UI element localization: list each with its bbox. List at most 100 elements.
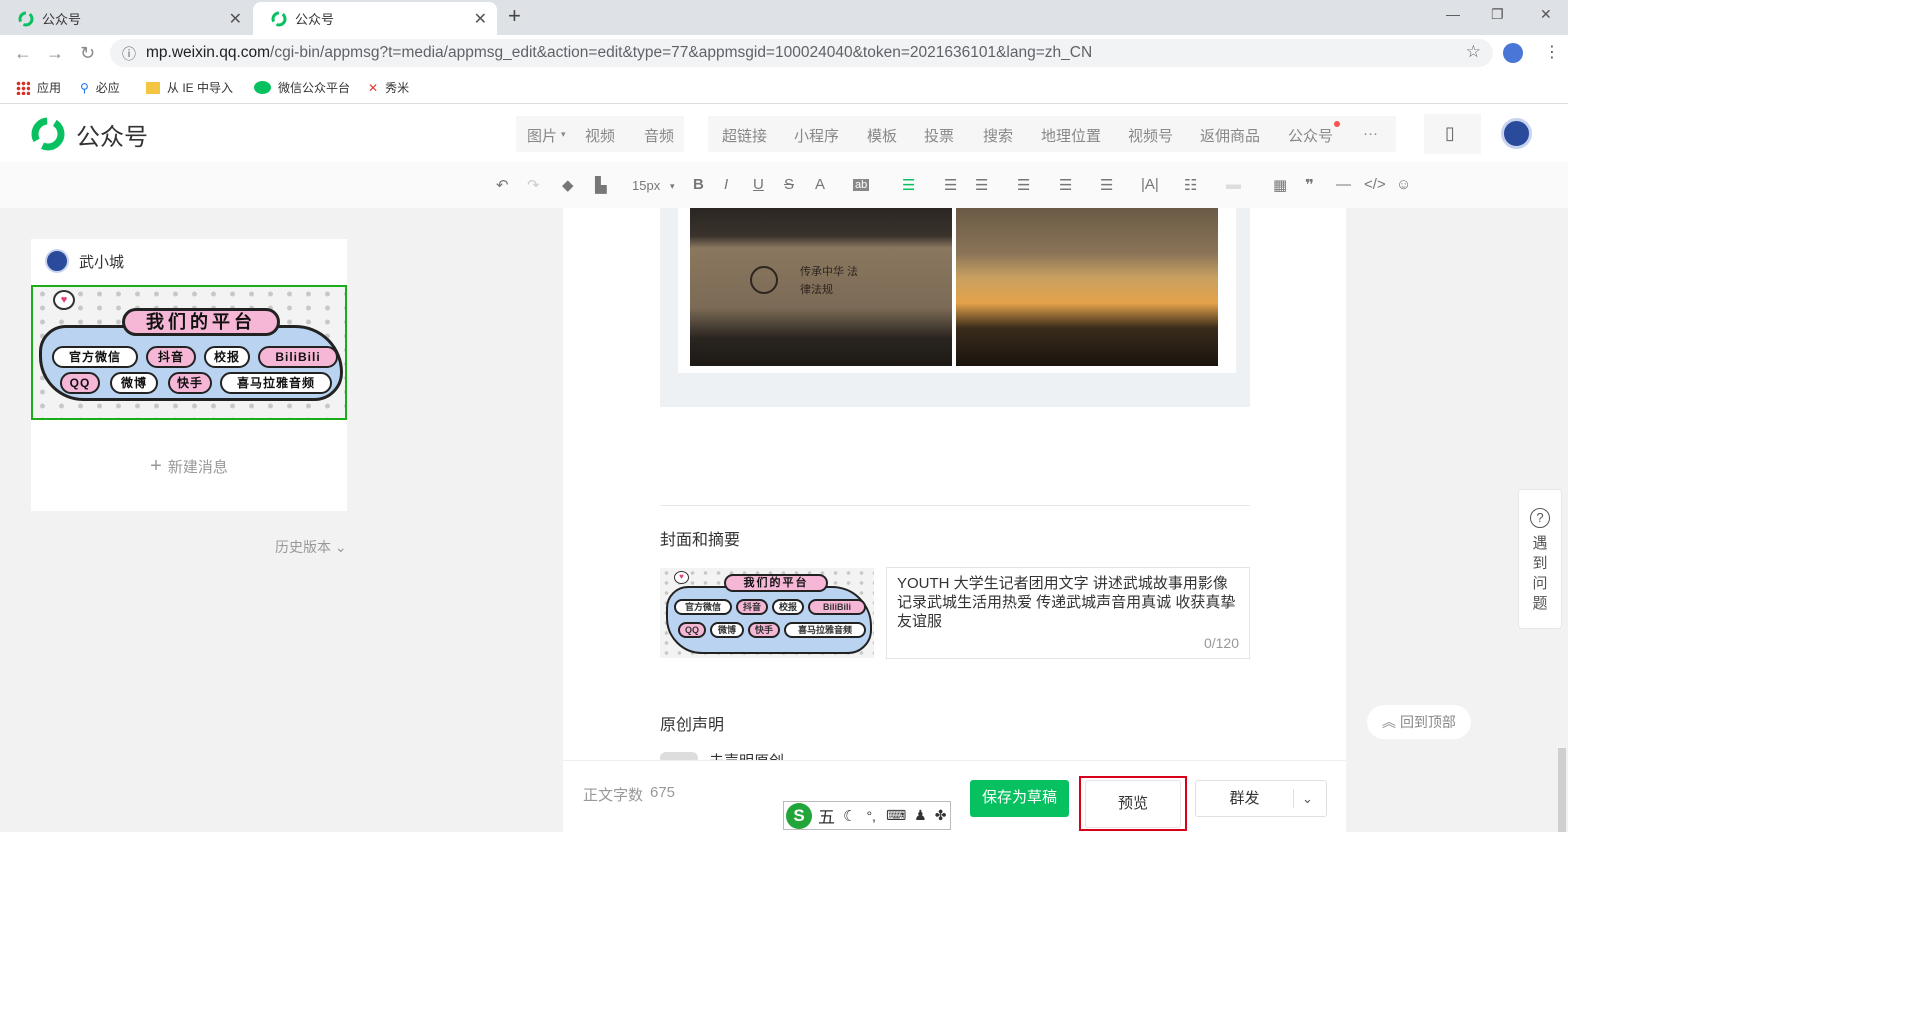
font-color-icon[interactable]: A	[815, 176, 825, 193]
insert-vote[interactable]: 投票	[924, 125, 954, 146]
document-icon-button[interactable]: ▯	[1424, 114, 1481, 154]
ime-mode: 五	[818, 808, 835, 827]
close-tab-icon[interactable]: ✕	[229, 9, 242, 29]
url-field[interactable]: ⓘ mp.weixin.qq.com/cgi-bin/appmsg?t=medi…	[110, 39, 1493, 67]
new-message-button[interactable]: + 新建消息	[31, 455, 347, 478]
account-avatar[interactable]	[1501, 118, 1532, 149]
publish-split-button: 群发 ⌄	[1195, 780, 1327, 817]
question-icon: ?	[1530, 508, 1550, 528]
underline-icon[interactable]: U	[753, 176, 764, 193]
browser-tab-1[interactable]: 公众号 ✕	[0, 2, 252, 35]
profile-avatar[interactable]	[1503, 43, 1523, 63]
cover-summary-heading: 封面和摘要	[660, 532, 741, 549]
cover-tag: 官方微信	[674, 599, 732, 615]
insert-image[interactable]: 图片	[527, 125, 557, 146]
insert-hyperlink[interactable]: 超链接	[722, 125, 767, 146]
minimize-icon[interactable]: —	[1446, 6, 1460, 22]
chevron-down-icon[interactable]: ⌄	[1302, 781, 1313, 816]
bookmark-bing[interactable]: ⚲ 必应	[80, 79, 120, 96]
wechat-icon	[254, 81, 271, 94]
summary-text: YOUTH 大学生记者团用文字 讲述武城故事用影像 记录武城生活用热爱 传递武城…	[897, 575, 1236, 630]
new-tab-button[interactable]: +	[508, 3, 521, 29]
window-close-icon[interactable]: ✕	[1540, 6, 1552, 23]
indent-icon[interactable]: ☰	[944, 176, 957, 194]
help-panel[interactable]: ? 遇到问题	[1518, 489, 1562, 629]
heart-icon: ♥	[53, 290, 75, 310]
back-icon[interactable]: ←	[14, 43, 32, 64]
moon-icon: ☾	[843, 807, 857, 825]
browser-tab-2[interactable]: 公众号 ✕	[253, 2, 497, 35]
insert-video[interactable]: 视频	[585, 125, 615, 146]
article-image-block[interactable]: 传承中华 法律法规	[660, 208, 1250, 407]
bookmark-wechat-mp[interactable]: 微信公众平台	[254, 79, 350, 96]
bookmark-ie-import[interactable]: 从 IE 中导入	[146, 79, 233, 96]
brand-logo[interactable]: 公众号	[30, 116, 148, 152]
word-count-label: 正文字数	[583, 787, 644, 804]
menu-icon[interactable]: ⋮	[1544, 42, 1560, 62]
ime-toolbar[interactable]: S 五 ☾ °, ⌨ ♟ ✤	[783, 801, 951, 830]
bullet-list-icon[interactable]: ☷	[1184, 176, 1197, 194]
more-icon[interactable]: ···	[1363, 125, 1378, 142]
undo-icon[interactable]: ↶	[496, 176, 509, 194]
apps-icon: ✤	[934, 807, 947, 823]
font-size-select[interactable]: 15px	[632, 178, 660, 193]
save-draft-button[interactable]: 保存为草稿	[970, 780, 1069, 817]
insert-channels[interactable]: 视频号	[1128, 125, 1173, 146]
list-spacing-icon[interactable]: ☰	[1100, 176, 1113, 194]
divider-icon[interactable]: —	[1336, 176, 1351, 193]
insert-template[interactable]: 模板	[867, 125, 897, 146]
reload-icon[interactable]: ↻	[80, 43, 95, 64]
tab-title: 公众号	[42, 12, 82, 27]
cover-tag: 喜马拉雅音频	[784, 622, 866, 638]
forward-icon[interactable]: →	[46, 43, 64, 64]
folder-icon	[146, 81, 160, 94]
publish-button[interactable]: 群发	[1196, 781, 1293, 816]
bookmark-apps[interactable]: 应用	[16, 79, 61, 96]
quote-icon[interactable]: ❞	[1305, 176, 1314, 194]
help-label: 遇到问题	[1532, 535, 1548, 612]
letter-spacing-icon[interactable]: |A|	[1141, 176, 1159, 193]
bold-icon[interactable]: B	[693, 176, 704, 193]
poster-title: 我们的平台	[122, 308, 280, 336]
cover-tag: QQ	[678, 622, 706, 638]
outdent-icon[interactable]: ☰	[975, 176, 988, 194]
cover-tag: 校报	[772, 599, 804, 615]
seal-icon	[750, 266, 778, 294]
line-height-icon[interactable]: ☰	[1017, 176, 1030, 194]
cover-image[interactable]: 我们的平台 官方微信 抖音 校报 BiliBili QQ 微博 快手 喜马拉雅音…	[660, 568, 874, 658]
bookmark-star-icon[interactable]: ☆	[1466, 42, 1481, 62]
highlight-icon[interactable]: ab	[853, 179, 870, 191]
paragraph-spacing-icon[interactable]: ☰	[1059, 176, 1072, 194]
preview-highlight: 预览	[1079, 776, 1187, 831]
clear-format-icon[interactable]: ▙	[595, 176, 607, 194]
disabled-icon: ▬	[1226, 176, 1241, 193]
preview-button[interactable]: 预览	[1085, 780, 1181, 828]
format-painter-icon[interactable]: ◆	[562, 176, 574, 194]
redo-icon[interactable]: ↷	[527, 176, 540, 194]
article-thumbnail[interactable]: ♥ 我们的平台 官方微信 抖音 校报 BiliBili QQ 微博 快手 喜马拉…	[31, 285, 347, 420]
italic-icon[interactable]: I	[724, 176, 728, 193]
insert-miniprogram[interactable]: 小程序	[794, 125, 839, 146]
bookmark-xiumi[interactable]: ✕ 秀米	[368, 79, 409, 96]
insert-location[interactable]: 地理位置	[1041, 125, 1101, 146]
insert-audio[interactable]: 音频	[644, 125, 674, 146]
code-icon[interactable]: </>	[1364, 176, 1386, 193]
insert-official-account[interactable]: 公众号	[1288, 125, 1333, 146]
align-center-icon[interactable]: ☰	[902, 176, 915, 194]
back-to-top-button[interactable]: ︽ 回到顶部	[1367, 705, 1471, 739]
insert-rebate-product[interactable]: 返佣商品	[1200, 125, 1260, 146]
strikethrough-icon[interactable]: S	[784, 176, 794, 193]
photo-engraving: 传承中华 法律法规	[800, 266, 859, 296]
address-bar-row: ← → ↻ ⓘ mp.weixin.qq.com/cgi-bin/appmsg?…	[0, 35, 1568, 71]
page-scrollbar[interactable]	[1558, 748, 1566, 832]
emoji-icon[interactable]: ☺	[1396, 176, 1411, 193]
summary-textarea[interactable]: YOUTH 大学生记者团用文字 讲述武城故事用影像 记录武城生活用热爱 传递武城…	[886, 567, 1250, 659]
history-version-dropdown[interactable]: 历史版本 ⌄	[275, 537, 347, 557]
insert-search[interactable]: 搜索	[983, 125, 1013, 146]
close-tab-icon[interactable]: ✕	[474, 9, 487, 29]
table-icon[interactable]: ▦	[1273, 176, 1287, 194]
account-name: 武小城	[79, 253, 125, 271]
restore-icon[interactable]: ❐	[1491, 6, 1504, 23]
info-icon[interactable]: ⓘ	[122, 44, 136, 64]
poster-tag: QQ	[60, 372, 100, 394]
